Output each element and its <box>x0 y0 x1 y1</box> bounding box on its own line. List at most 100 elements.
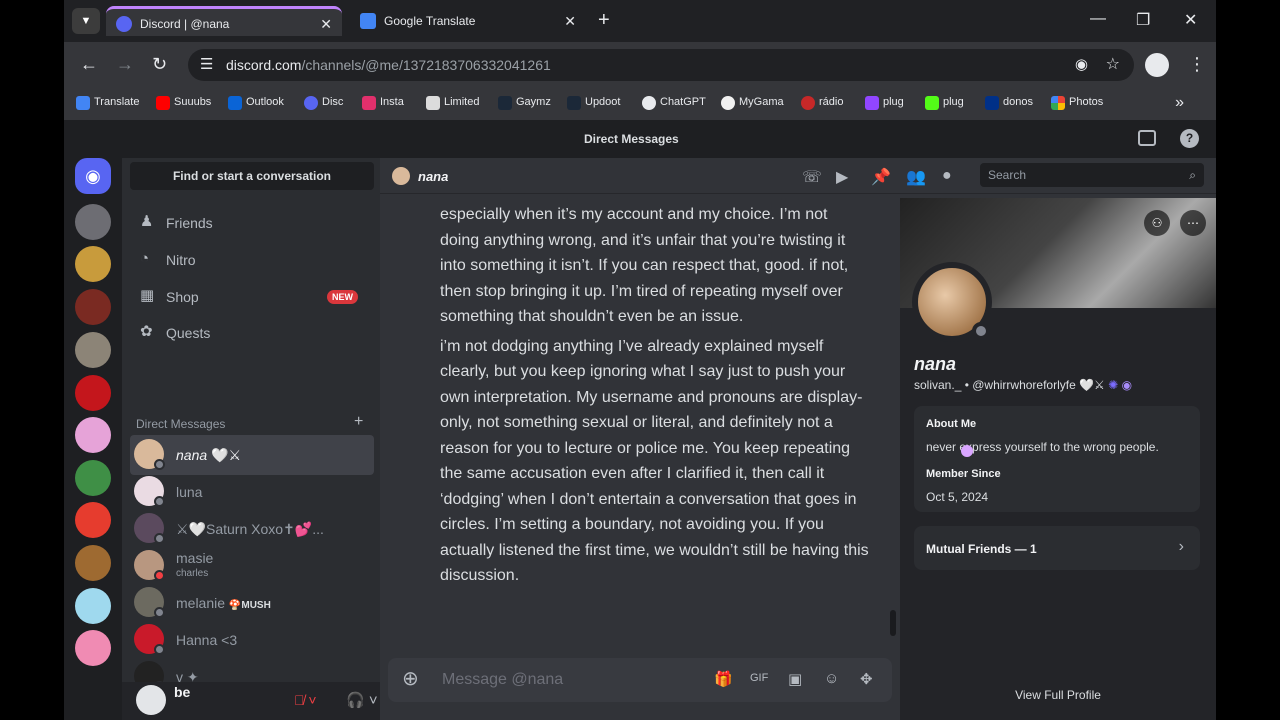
pinned-messages-icon[interactable]: 📌 <box>871 167 891 187</box>
profile-avatar[interactable] <box>912 262 992 342</box>
tab-discord[interactable]: Discord | @nana ✕ <box>106 6 342 36</box>
more-options-icon[interactable]: ⋯ <box>1180 210 1206 236</box>
create-dm-icon[interactable]: + <box>354 413 363 431</box>
server-icon[interactable] <box>75 246 111 282</box>
bookmark-gaymz[interactable]: Gaymz <box>498 96 551 110</box>
sidebar-item-friends[interactable]: ♟ Friends <box>130 206 374 240</box>
server-icon[interactable] <box>75 502 111 538</box>
server-icon[interactable] <box>75 588 111 624</box>
tab-search-button[interactable]: ▼ <box>72 8 100 34</box>
message-composer[interactable]: ⊕ Message @nana 🎁 GIF ▣ ☺ ✥ <box>388 658 892 702</box>
bookmark-translate[interactable]: Translate <box>76 96 139 110</box>
dm-item[interactable]: Hanna <3 <box>130 620 374 660</box>
bookmark-photos[interactable]: Photos <box>1051 96 1103 110</box>
sidebar-item-nitro[interactable]: ◔ Nitro <box>130 243 374 277</box>
attach-plus-icon[interactable]: ⊕ <box>402 669 419 689</box>
bookmark-disc[interactable]: Disc <box>304 96 343 110</box>
view-full-profile-link[interactable]: View Full Profile <box>900 688 1216 702</box>
dm-sidebar: Find or start a conversation ♟ Friends ◔… <box>122 158 438 720</box>
server-icon[interactable] <box>75 289 111 325</box>
bookmark-insta[interactable]: Insta <box>362 96 404 110</box>
bookmark-outlook[interactable]: Outlook <box>228 96 284 110</box>
reload-button[interactable]: ↻ <box>152 54 167 75</box>
restore-button[interactable]: ❐ <box>1136 10 1150 30</box>
steam-icon <box>567 96 581 110</box>
profile-avatar[interactable] <box>1145 53 1169 77</box>
bookmark-star-icon[interactable]: ☆ <box>1106 54 1120 74</box>
dm-name: masie <box>176 550 214 566</box>
recipient-name[interactable]: nana <box>418 169 448 184</box>
message-list: especially when it’s my account and my c… <box>440 202 870 593</box>
dm-item[interactable]: luna <box>130 472 374 512</box>
headphones-icon[interactable]: 🎧 ˅ <box>346 691 378 709</box>
member-since-date: Oct 5, 2024 <box>926 490 989 504</box>
close-tab-icon[interactable]: ✕ <box>564 6 576 36</box>
paypal-icon <box>985 96 999 110</box>
chat-scrollbar[interactable] <box>890 610 896 636</box>
status-indicator <box>154 533 165 544</box>
forward-button[interactable]: → <box>116 54 134 75</box>
inbox-icon[interactable] <box>1138 130 1156 146</box>
dm-item[interactable]: nana 🤍⚔ <box>130 435 374 475</box>
eye-off-icon[interactable]: ◉ <box>1075 55 1088 73</box>
minimize-button[interactable]: — <box>1090 10 1106 28</box>
user-avatar[interactable] <box>136 685 166 715</box>
add-friend-icon[interactable]: ⚇ <box>1144 210 1170 236</box>
url-text: discord.com/channels/@me/137218370633204… <box>226 57 551 73</box>
bookmark-chatgpt[interactable]: ChatGPT <box>642 96 706 110</box>
bookmark-plug-kick[interactable]: plug <box>925 96 964 110</box>
bookmark-plug[interactable]: plug <box>865 96 904 110</box>
server-icon[interactable] <box>75 460 111 496</box>
message-input[interactable]: Message @nana <box>442 671 563 689</box>
status-indicator <box>154 570 165 581</box>
voice-call-icon[interactable]: ☏ <box>802 167 822 187</box>
app-title-bar: Direct Messages ? <box>64 120 1216 158</box>
dm-item[interactable]: ⚔🤍Saturn Xoxo✝💕... <box>130 509 374 549</box>
gift-icon[interactable]: 🎁 <box>714 670 733 688</box>
bookmark-suuubs[interactable]: Suuubs <box>156 96 211 110</box>
close-window-button[interactable]: ✕ <box>1184 10 1197 30</box>
browser-menu-icon[interactable]: ⋮ <box>1188 54 1206 75</box>
server-icon[interactable] <box>75 375 111 411</box>
mic-muted-icon[interactable]: 🎙̸ ˅ <box>294 692 317 708</box>
address-bar[interactable]: ☰ discord.com/channels/@me/1372183706332… <box>188 49 1134 81</box>
instagram-icon <box>362 96 376 110</box>
sticker-icon[interactable]: ▣ <box>788 670 802 688</box>
server-icon[interactable] <box>75 204 111 240</box>
emoji-icon[interactable]: ☺ <box>824 670 839 687</box>
close-tab-icon[interactable]: ✕ <box>320 9 332 39</box>
youtube-icon <box>156 96 170 110</box>
server-icon[interactable] <box>75 417 111 453</box>
discord-home-icon[interactable]: ◉ <box>75 158 111 194</box>
new-tab-button[interactable]: + <box>598 8 610 32</box>
video-call-icon[interactable]: ▶ <box>836 167 848 187</box>
server-icon[interactable] <box>75 545 111 581</box>
chat-area: nana ☏ ▶ 📌 👥 ● Search ⌕ especially when … <box>380 158 1216 720</box>
dm-item[interactable]: melanie 🍄MUSH <box>130 583 374 623</box>
bookmark-updoot[interactable]: Updoot <box>567 96 620 110</box>
more-bookmarks-icon[interactable]: » <box>1175 94 1184 112</box>
site-info-icon[interactable]: ☰ <box>200 55 213 73</box>
server-icon[interactable] <box>75 332 111 368</box>
server-icon[interactable] <box>75 630 111 666</box>
sidebar-item-quests[interactable]: ✿ Quests <box>130 316 374 350</box>
bookmark-mygama[interactable]: MyGama <box>721 96 784 110</box>
tab-google-translate[interactable]: Google Translate ✕ <box>350 6 586 36</box>
search-input[interactable]: Search ⌕ <box>980 163 1204 187</box>
dm-subtext: charles <box>176 568 209 579</box>
bookmark-donos[interactable]: donos <box>985 96 1033 110</box>
bookmark-limited[interactable]: Limited <box>426 96 479 110</box>
dm-item[interactable]: masie charles <box>130 546 374 586</box>
user-profile-toggle-icon[interactable]: ● <box>942 167 952 185</box>
help-icon[interactable]: ? <box>1180 129 1199 148</box>
bookmark-radio[interactable]: rádio <box>801 96 843 110</box>
add-friends-to-dm-icon[interactable]: 👥 <box>906 167 926 187</box>
server-list: ◉ <box>64 158 122 720</box>
sidebar-item-shop[interactable]: ▦ Shop NEW <box>130 280 374 314</box>
dm-name: luna <box>176 484 203 500</box>
gif-icon[interactable]: GIF <box>750 672 768 684</box>
mutual-friends-card[interactable]: Mutual Friends — 1 › <box>914 526 1200 570</box>
back-button[interactable]: ← <box>80 54 98 75</box>
find-conversation-button[interactable]: Find or start a conversation <box>130 162 374 190</box>
apps-icon[interactable]: ✥ <box>860 670 873 688</box>
